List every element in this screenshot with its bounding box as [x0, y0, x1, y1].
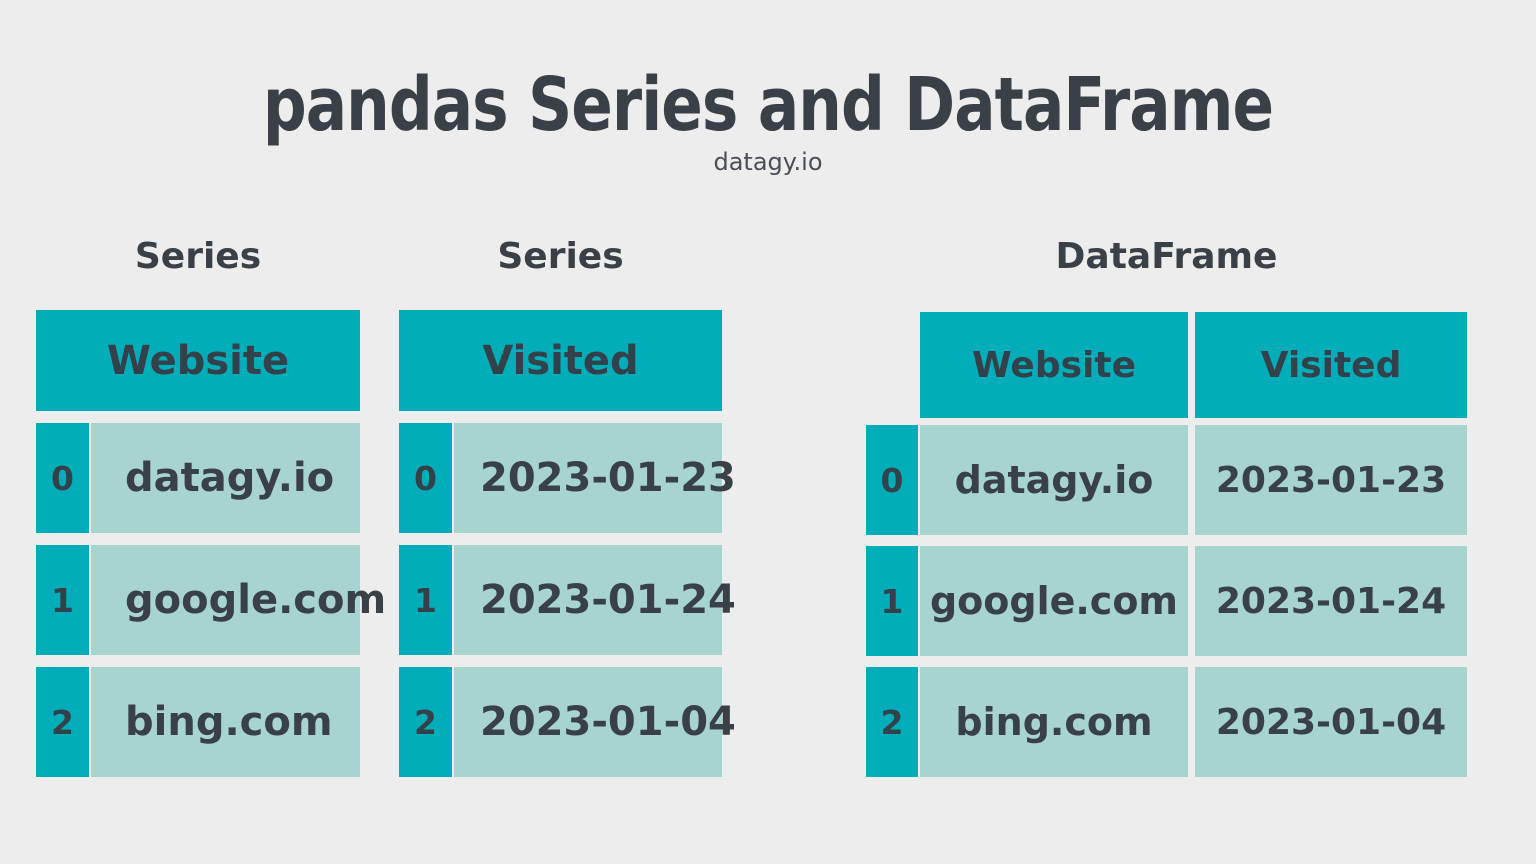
dataframe-index-0: 0 [866, 425, 918, 535]
series-visited-index-0: 0 [399, 423, 452, 533]
section-caption-series-website: Series [134, 236, 262, 277]
dataframe-index-2: 2 [866, 667, 918, 777]
series-website-index-1: 1 [36, 545, 89, 655]
dataframe-cell-1-website: google.com [920, 546, 1188, 656]
dataframe-cell-2-website: bing.com [920, 667, 1188, 777]
page-title: pandas Series and DataFrame [262, 62, 1274, 148]
series-visited-value-2: 2023-01-04 [454, 667, 736, 777]
dataframe-cell-2-visited: 2023-01-04 [1195, 667, 1467, 777]
dataframe-index-1: 1 [866, 546, 918, 656]
section-caption-series-visited: Series [497, 236, 624, 277]
infographic-canvas: pandas Series and DataFrame datagy.io Se… [0, 0, 1536, 864]
series-website-value-2: bing.com [91, 667, 360, 777]
series-website-value-0: datagy.io [91, 423, 360, 533]
series-visited-column-header: Visited [399, 310, 722, 411]
dataframe-cell-1-visited: 2023-01-24 [1195, 546, 1467, 656]
page-subtitle: datagy.io [713, 148, 823, 176]
series-website-index-2: 2 [36, 667, 89, 777]
dataframe-column-header-website: Website [920, 312, 1188, 418]
section-caption-dataframe: DataFrame [1055, 236, 1278, 277]
dataframe-cell-0-visited: 2023-01-23 [1195, 425, 1467, 535]
dataframe-cell-0-website: datagy.io [920, 425, 1188, 535]
dataframe-column-header-visited: Visited [1195, 312, 1467, 418]
series-visited-value-0: 2023-01-23 [454, 423, 736, 533]
series-website-index-0: 0 [36, 423, 89, 533]
series-website-value-1: google.com [91, 545, 386, 655]
series-visited-index-2: 2 [399, 667, 452, 777]
series-visited-index-1: 1 [399, 545, 452, 655]
series-visited-value-1: 2023-01-24 [454, 545, 736, 655]
series-website-column-header: Website [36, 310, 360, 411]
